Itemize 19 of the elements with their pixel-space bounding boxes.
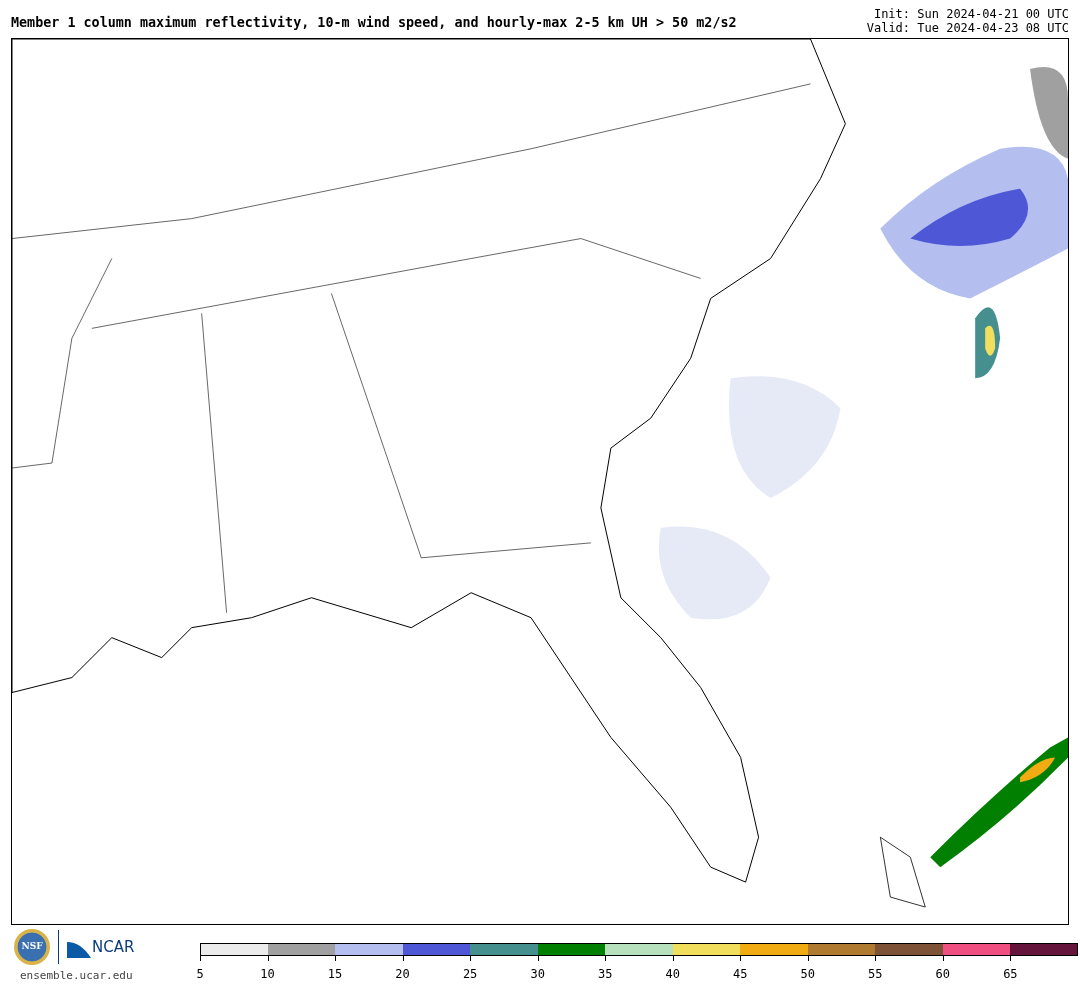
tick-label: 5 [196, 967, 204, 981]
nsf-logo: NSF [14, 929, 50, 965]
valid-time: Valid: Tue 2024-04-23 08 UTC [866, 21, 1069, 35]
tick-label: 20 [395, 967, 410, 981]
tick-label: 50 [800, 967, 815, 981]
tick-label: 60 [935, 967, 951, 981]
chart-title: Member 1 column maximum reflectivity, 10-m wind speed, and hourly-max 2-5 km UH > 50 m2/s2 [11, 14, 737, 32]
tick-label: 25 [462, 967, 478, 981]
tick-label: 65 [1003, 967, 1018, 981]
tick-label: 35 [597, 967, 613, 981]
ncar-logo: NCAR [67, 935, 135, 959]
tick-label: 30 [530, 967, 545, 981]
tick-label: 10 [260, 967, 275, 981]
website-url: ensemble.ucar.edu [19, 968, 134, 984]
tick-label: 40 [665, 967, 680, 981]
tick-label: 15 [327, 967, 343, 981]
tick-label: 55 [868, 967, 883, 981]
init-time: Init: Sun 2024-04-21 00 UTC [872, 7, 1069, 21]
tick-label: 45 [733, 967, 748, 981]
